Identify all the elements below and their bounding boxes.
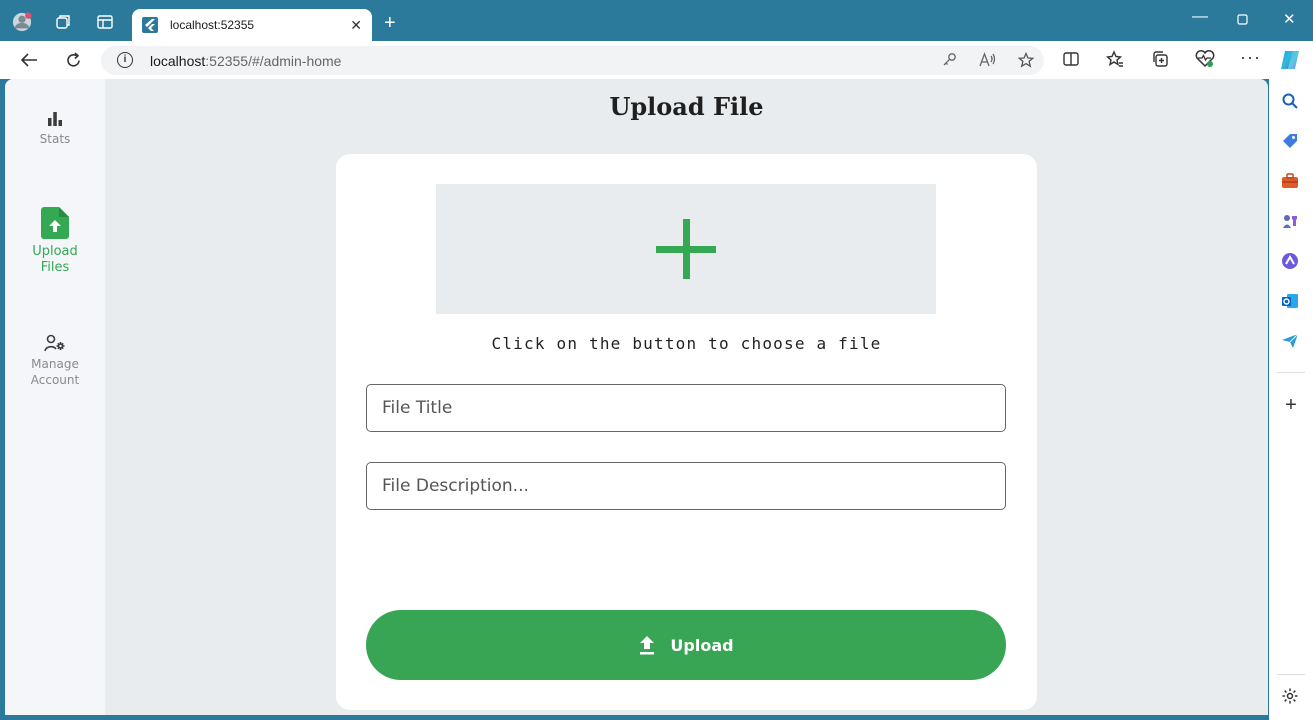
maximize-icon[interactable] (1237, 12, 1248, 28)
choose-file-caption: Click on the button to choose a file (491, 334, 882, 353)
bar-chart-icon (48, 112, 62, 126)
file-upload-icon (41, 207, 69, 239)
upload-arrow-icon (640, 636, 655, 655)
upload-button[interactable]: Upload (366, 610, 1006, 680)
navigation-rail: Stats Upload Files Manage Account (5, 79, 105, 715)
page-viewport: Stats Upload Files Manage Account Upload… (5, 79, 1268, 715)
browser-title-bar: localhost:52355 ✕ + — ✕ (0, 0, 1313, 41)
manage-account-icon (44, 334, 65, 352)
more-options-icon[interactable]: ··· (1240, 47, 1261, 68)
flutter-favicon-icon (142, 17, 158, 33)
nav-item-manage-account[interactable]: Manage Account (5, 334, 105, 388)
copilot-icon[interactable] (1278, 48, 1302, 76)
search-icon[interactable] (1281, 92, 1301, 112)
address-bar[interactable]: i localhost:52355/#/admin-home (101, 46, 1044, 75)
minimize-icon[interactable]: — (1192, 8, 1208, 26)
upload-button-label: Upload (670, 635, 734, 655)
close-window-icon[interactable]: ✕ (1283, 10, 1296, 28)
tab-close-icon[interactable]: ✕ (350, 17, 362, 34)
profile-avatar-icon[interactable] (12, 12, 32, 32)
tab-actions-icon[interactable] (95, 12, 115, 32)
nav-item-stats[interactable]: Stats (5, 111, 105, 147)
upload-form-card: Click on the button to choose a file Upl… (336, 154, 1037, 710)
favorites-icon[interactable] (1105, 50, 1124, 72)
nav-item-upload-files[interactable]: Upload Files (5, 206, 105, 276)
tab-title: localhost:52355 (170, 18, 255, 32)
file-title-input[interactable] (366, 384, 1006, 432)
copilot-sidebar-icon[interactable] (1281, 252, 1301, 272)
tools-briefcase-icon[interactable] (1281, 172, 1301, 192)
sidebar-settings-gear-icon[interactable] (1281, 687, 1301, 707)
nav-item-label: Upload Files (32, 244, 78, 275)
key-icon[interactable] (942, 52, 957, 71)
collections-icon[interactable] (1151, 50, 1169, 72)
sidebar-divider (1277, 372, 1305, 373)
new-tab-button[interactable]: + (384, 13, 396, 33)
outlook-icon[interactable] (1281, 292, 1301, 312)
read-aloud-icon[interactable] (979, 52, 996, 71)
favorite-star-icon[interactable] (1017, 51, 1035, 71)
shopping-tag-icon[interactable] (1281, 132, 1301, 152)
add-sidebar-app-icon[interactable]: + (1281, 395, 1301, 415)
nav-item-label: Manage Account (30, 357, 80, 387)
games-chess-icon[interactable] (1281, 212, 1301, 232)
choose-file-button[interactable] (436, 184, 936, 314)
workspaces-icon[interactable] (53, 12, 73, 32)
nav-item-label: Stats (39, 132, 71, 146)
browser-tab[interactable]: localhost:52355 ✕ (132, 9, 372, 41)
split-screen-icon[interactable] (1062, 50, 1080, 72)
file-description-input[interactable] (366, 462, 1006, 510)
url-text[interactable]: localhost:52355/#/admin-home (150, 53, 341, 69)
page-title: Upload File (609, 92, 764, 121)
site-info-icon[interactable]: i (117, 52, 133, 68)
sidebar-divider (1277, 674, 1305, 675)
browser-navbar: i localhost:52355/#/admin-home ··· (0, 41, 1313, 79)
edge-sidebar: + (1269, 79, 1313, 720)
refresh-icon[interactable] (63, 50, 83, 70)
back-arrow-icon[interactable] (19, 50, 39, 70)
send-icon[interactable] (1281, 332, 1301, 352)
browser-essentials-icon[interactable] (1195, 50, 1215, 72)
